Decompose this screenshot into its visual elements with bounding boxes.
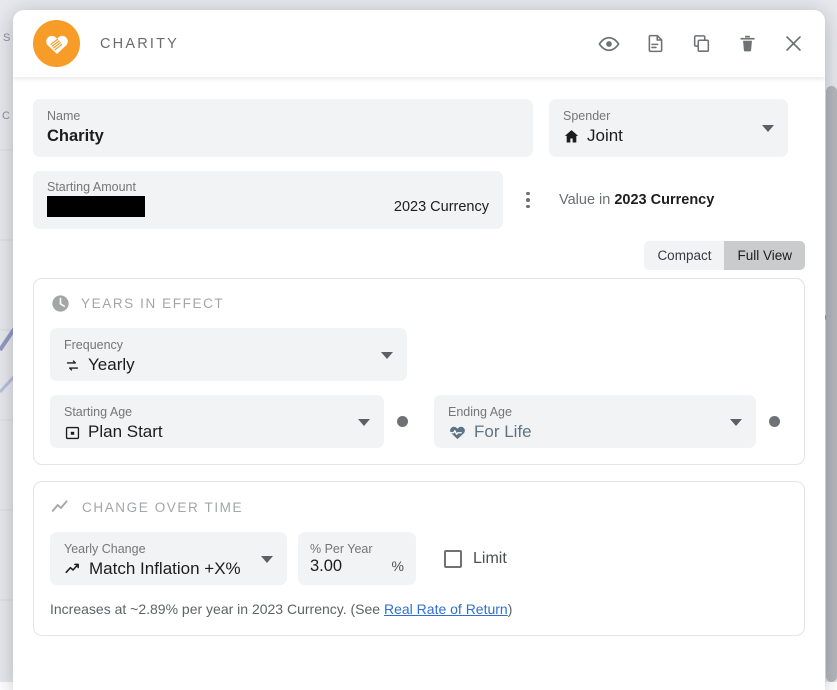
heart-pulse-icon xyxy=(448,423,467,442)
spender-dropdown[interactable]: Spender Joint xyxy=(549,99,788,157)
percent-per-year-field[interactable]: % Per Year 3.00 % xyxy=(298,532,416,585)
years-in-effect-card: YEARS IN EFFECT Frequency Yearly xyxy=(33,278,805,465)
name-field-label: Name xyxy=(47,108,519,124)
backdrop-label-left-2: C xyxy=(2,110,10,122)
header-actions xyxy=(595,30,807,58)
trending-line-icon xyxy=(50,496,72,518)
frequency-value: Yearly xyxy=(88,353,135,377)
starting-amount-line: 2023 Currency xyxy=(47,196,489,217)
chevron-down-icon[interactable] xyxy=(261,556,273,563)
limit-label: Limit xyxy=(473,550,507,568)
percent-per-year-label: % Per Year xyxy=(310,541,404,557)
percent-per-year-value: 3.00 xyxy=(310,557,342,576)
ending-age-label: Ending Age xyxy=(448,404,742,420)
limit-checkbox-wrap[interactable]: Limit xyxy=(444,550,507,568)
starting-amount-currency: 2023 Currency xyxy=(394,199,489,215)
chevron-down-icon[interactable] xyxy=(730,419,742,426)
view-toggle-wrap: Compact Full View xyxy=(33,241,805,270)
view-icon[interactable] xyxy=(595,30,623,58)
change-controls-row: Yearly Change Match Inflation +X% % xyxy=(50,532,788,585)
view-toggle-full-view[interactable]: Full View xyxy=(724,241,805,270)
starting-amount-label: Starting Amount xyxy=(47,179,489,195)
ending-age-value-row: For Life xyxy=(448,420,742,444)
ending-age-value: For Life xyxy=(474,420,532,444)
chevron-down-icon[interactable] xyxy=(762,125,774,132)
close-icon[interactable] xyxy=(779,30,807,58)
limit-checkbox[interactable] xyxy=(444,550,462,568)
repeat-icon xyxy=(64,357,81,374)
note-prefix: Increases at ~2.89% per year in 2023 Cur… xyxy=(50,601,384,617)
trending-up-icon xyxy=(64,560,82,578)
modal-header: CHARITY xyxy=(13,10,825,77)
starting-age-status-dot[interactable] xyxy=(397,416,408,427)
chevron-down-icon[interactable] xyxy=(358,419,370,426)
years-in-effect-title: YEARS IN EFFECT xyxy=(81,296,224,311)
real-rate-of-return-link[interactable]: Real Rate of Return xyxy=(384,601,508,617)
yearly-change-value-row: Match Inflation +X% xyxy=(64,557,273,581)
frequency-dropdown[interactable]: Frequency Yearly xyxy=(50,328,407,381)
name-field[interactable]: Name Charity xyxy=(33,99,533,157)
starting-age-label: Starting Age xyxy=(64,404,370,420)
ages-row: Starting Age Plan Start End xyxy=(50,395,788,448)
starting-amount-redacted-value xyxy=(47,196,145,217)
duplicate-copy-icon[interactable] xyxy=(687,30,715,58)
charity-heart-hands-icon xyxy=(33,20,80,67)
spender-value: Joint xyxy=(587,124,623,148)
note-suffix: ) xyxy=(508,601,513,617)
kebab-menu-icon[interactable] xyxy=(511,180,545,220)
years-in-effect-header: YEARS IN EFFECT xyxy=(50,293,788,314)
spender-value-row: Joint xyxy=(563,124,774,148)
yearly-change-dropdown[interactable]: Yearly Change Match Inflation +X% xyxy=(50,532,287,585)
value-in-currency: 2023 Currency xyxy=(614,192,714,208)
change-over-time-card: CHANGE OVER TIME Yearly Change Match Inf… xyxy=(33,481,805,636)
home-icon xyxy=(563,128,580,145)
spender-label: Spender xyxy=(563,108,774,124)
frequency-label: Frequency xyxy=(64,337,393,353)
yearly-change-value: Match Inflation +X% xyxy=(89,557,241,581)
backdrop-label-left-1: S xyxy=(3,32,10,44)
chevron-down-icon[interactable] xyxy=(381,352,393,359)
backdrop-scrollbar[interactable] xyxy=(826,86,837,682)
modal-body: Name Charity Spender Joint Star xyxy=(13,77,825,690)
ending-age-status-dot[interactable] xyxy=(769,416,780,427)
change-over-time-title: CHANGE OVER TIME xyxy=(82,500,243,515)
change-over-time-note: Increases at ~2.89% per year in 2023 Cur… xyxy=(50,599,788,619)
clock-icon xyxy=(50,293,71,314)
starting-amount-field[interactable]: Starting Amount 2023 Currency xyxy=(33,171,503,229)
charity-detail-modal: CHARITY xyxy=(13,10,825,690)
yearly-change-label: Yearly Change xyxy=(64,541,273,557)
percent-per-year-line: 3.00 % xyxy=(310,557,404,576)
starting-age-value: Plan Start xyxy=(88,420,163,444)
calendar-icon xyxy=(64,424,81,441)
starting-age-dropdown[interactable]: Starting Age Plan Start xyxy=(50,395,384,448)
name-spender-row: Name Charity Spender Joint xyxy=(33,99,805,157)
delete-trash-icon[interactable] xyxy=(733,30,761,58)
percent-unit: % xyxy=(392,558,404,574)
notes-document-icon[interactable] xyxy=(641,30,669,58)
name-field-value: Charity xyxy=(47,124,519,148)
starting-age-value-row: Plan Start xyxy=(64,420,370,444)
value-in-prefix: Value in xyxy=(559,192,614,208)
view-toggle[interactable]: Compact Full View xyxy=(644,241,805,270)
page-title: CHARITY xyxy=(100,36,179,52)
ending-age-dropdown[interactable]: Ending Age For Life xyxy=(434,395,756,448)
frequency-value-row: Yearly xyxy=(64,353,393,377)
starting-amount-row: Starting Amount 2023 Currency Value in 2… xyxy=(33,171,805,229)
value-in-text: Value in 2023 Currency xyxy=(559,192,714,208)
change-over-time-header: CHANGE OVER TIME xyxy=(50,496,788,518)
view-toggle-compact[interactable]: Compact xyxy=(644,241,724,270)
